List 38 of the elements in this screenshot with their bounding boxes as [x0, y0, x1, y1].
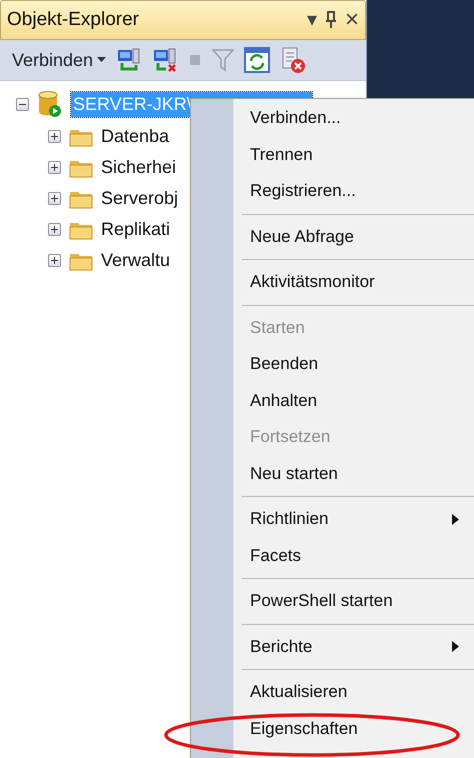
submenu-arrow-icon	[452, 514, 459, 525]
tree-item[interactable]: Serverobj	[101, 188, 178, 209]
menu-item[interactable]: Beenden	[234, 346, 474, 382]
tree-item[interactable]: Verwaltu	[101, 250, 170, 271]
submenu-arrow-icon	[452, 641, 459, 652]
menu-item[interactable]: Berichte	[234, 628, 474, 665]
collapse-toggle[interactable]	[16, 98, 29, 110]
expand-toggle[interactable]	[48, 192, 61, 205]
tree-item[interactable]: Datenba	[101, 126, 170, 147]
menu-item[interactable]: Registrieren...	[234, 173, 474, 210]
menu-item[interactable]: Verbinden...	[234, 100, 474, 136]
database-server-icon	[37, 90, 63, 118]
dropdown-button[interactable]: ▾	[306, 10, 317, 30]
connect-server-icon[interactable]	[116, 47, 142, 73]
menu-item[interactable]: Aktualisieren	[234, 674, 474, 710]
menu-item[interactable]: Aktivitätsmonitor	[234, 264, 474, 300]
pin-icon[interactable]	[324, 11, 337, 29]
expand-toggle[interactable]	[48, 161, 61, 174]
disconnect-server-icon[interactable]	[152, 47, 178, 73]
tree-item[interactable]: Sicherhei	[101, 157, 176, 178]
script-error-icon[interactable]	[280, 46, 306, 74]
menu-item[interactable]: Facets	[234, 538, 474, 574]
close-button[interactable]: ×	[344, 8, 359, 32]
menu-item[interactable]: Neue Abfrage	[234, 218, 474, 255]
expand-toggle[interactable]	[48, 223, 61, 236]
menu-item[interactable]: PowerShell starten	[234, 583, 474, 620]
expand-toggle[interactable]	[48, 130, 61, 143]
connect-dropdown-button[interactable]: Verbinden	[12, 50, 106, 70]
refresh-icon[interactable]	[244, 47, 270, 73]
menu-item[interactable]: Eigenschaften	[234, 710, 474, 747]
menu-item[interactable]: Trennen	[234, 136, 474, 173]
window-title: Objekt-Explorer	[7, 9, 139, 31]
tree-item[interactable]: Replikati	[101, 219, 170, 240]
caret-icon	[97, 57, 106, 63]
menu-item[interactable]: Neu starten	[234, 456, 474, 492]
menu-item[interactable]: Anhalten	[234, 382, 474, 419]
expand-toggle[interactable]	[48, 254, 61, 267]
menu-item[interactable]: Richtlinien	[234, 501, 474, 538]
